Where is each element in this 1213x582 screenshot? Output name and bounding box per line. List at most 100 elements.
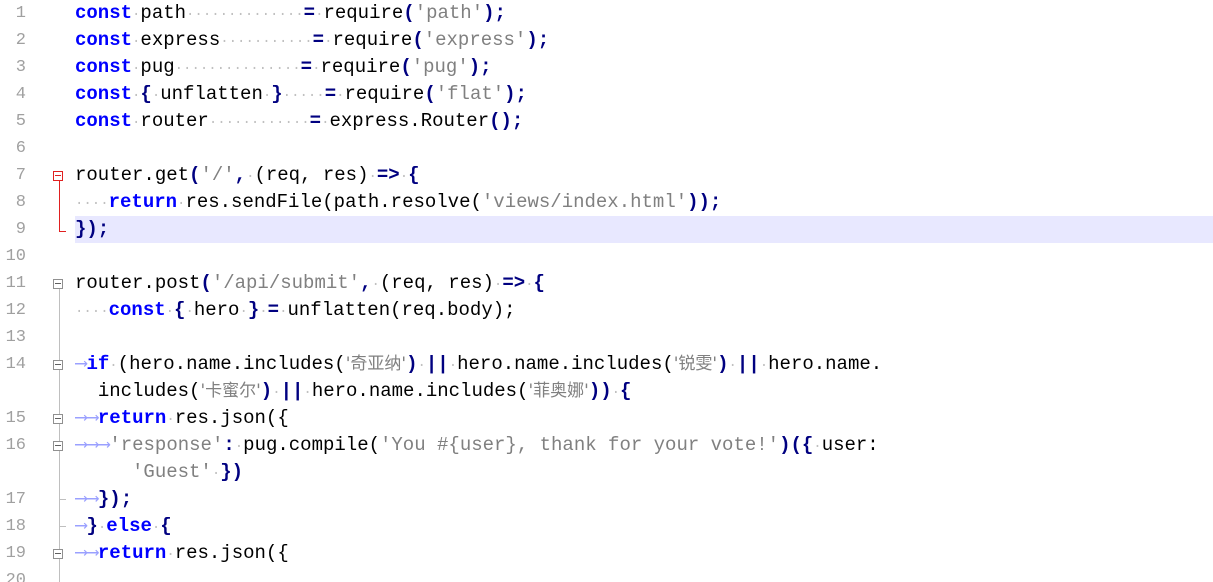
string-token: 'flat' [435, 83, 505, 105]
line-number: 19 [5, 544, 26, 563]
line-number: 7 [15, 166, 26, 185]
identifier-token: hero.name.includes( [311, 380, 529, 402]
keyword-token: return [97, 407, 167, 429]
string-token: '/api/submit' [211, 272, 361, 294]
line-number: 2 [15, 31, 26, 50]
identifier-token: res.json({ [174, 407, 289, 429]
line-number: 17 [5, 490, 26, 509]
identifier-token: hero [193, 299, 240, 321]
string-token: 'views/index.html' [481, 191, 688, 213]
fold-collapse-icon[interactable] [53, 414, 63, 424]
keyword-token: if [86, 353, 110, 375]
punctuation-token: }); [97, 488, 133, 510]
string-token: 'express' [423, 29, 527, 51]
identifier-token: require [332, 29, 413, 51]
operator-token: = [303, 2, 316, 24]
code-line[interactable]: ⟶⟶return·res.json({ [75, 405, 1213, 432]
keyword-token: return [97, 542, 167, 564]
code-line[interactable]: ⟶⟶}); [75, 486, 1213, 513]
string-token: '卡蜜尔' [200, 381, 261, 401]
operator-token: = [312, 29, 325, 51]
code-line[interactable]: ⟶}·else·{ [75, 513, 1213, 540]
keyword-token: const [75, 2, 133, 24]
string-token: 'response' [109, 434, 224, 456]
string-token: 'Guest' [132, 461, 212, 483]
code-line[interactable]: ⟶if·(hero.name.includes('奇亚纳')·||·hero.n… [75, 351, 1213, 378]
identifier-token: express.Router [329, 110, 490, 132]
code-line-wrapped[interactable]: includes('卡蜜尔')·||·hero.name.includes('菲… [75, 378, 1213, 405]
fold-end-marker [59, 231, 66, 232]
code-line[interactable]: ⟶⟶return·res.json({ [75, 540, 1213, 567]
string-token: 'path' [414, 2, 484, 24]
line-number: 18 [5, 517, 26, 536]
identifier-token: hero.name. [768, 353, 883, 375]
fold-collapse-icon[interactable] [53, 441, 63, 451]
code-line[interactable]: const·pug···············=·require('pug')… [75, 54, 1213, 81]
identifier-token: res.sendFile(path.resolve( [185, 191, 482, 213]
code-line[interactable]: router.post('/api/submit',·(req, res)·=>… [75, 270, 1213, 297]
identifier-token: (hero.name.includes( [117, 353, 346, 375]
string-token: 'You #{user}, thank for your vote!' [380, 434, 780, 456]
operator-token: = [324, 83, 337, 105]
line-number: 6 [15, 139, 26, 158]
code-line[interactable]: ⟶⟶⟶'response':·pug.compile('You #{user},… [75, 432, 1213, 459]
line-number: 20 [5, 571, 26, 582]
code-line[interactable]: ····return·res.sendFile(path.resolve('vi… [75, 189, 1213, 216]
string-token: '菲奥娜' [528, 381, 589, 401]
keyword-token: const [108, 299, 166, 321]
operator-token: = [300, 56, 313, 78]
line-number: 9 [15, 220, 26, 239]
keyword-token: const [75, 29, 133, 51]
line-number: 13 [5, 328, 26, 347]
identifier-token: require [320, 56, 401, 78]
keyword-token: const [75, 110, 133, 132]
fold-margin [52, 0, 68, 582]
line-number: 5 [15, 112, 26, 131]
string-token: '锐雯' [673, 354, 718, 374]
code-line-wrapped[interactable]: 'Guest'·}) [75, 459, 1213, 486]
line-number: 11 [5, 274, 26, 293]
operator-token: = [309, 110, 322, 132]
code-editor[interactable]: 1 2 3 4 5 6 7 8 9 10 11 12 13 14 15 16 1… [0, 0, 1213, 582]
fold-line [59, 289, 60, 582]
operator-token: => [502, 272, 526, 294]
code-line[interactable]: ····const·{·hero·}·=·unflatten(req.body)… [75, 297, 1213, 324]
identifier-token: router.get [75, 164, 190, 186]
string-token: 'pug' [411, 56, 469, 78]
fold-collapse-icon[interactable] [53, 360, 63, 370]
fold-collapse-icon[interactable] [53, 549, 63, 559]
fold-line [59, 181, 60, 231]
fold-collapse-icon[interactable] [53, 171, 63, 181]
params-token: (req, res) [254, 164, 369, 186]
string-token: '/' [200, 164, 235, 186]
code-line-current[interactable]: }); [75, 216, 1213, 243]
line-number: 14 [5, 355, 26, 374]
fold-end-marker [59, 499, 66, 500]
code-line[interactable]: const·express···········=·require('expre… [75, 27, 1213, 54]
code-line[interactable]: const·path··············=·require('path'… [75, 0, 1213, 27]
keyword-token: else [106, 515, 152, 537]
identifier-token: router [140, 110, 209, 132]
fold-end-marker [59, 526, 66, 527]
identifier-token: includes( [97, 380, 201, 402]
string-token: '奇亚纳' [345, 354, 407, 374]
line-number: 10 [5, 247, 26, 266]
identifier-token: res.json({ [174, 542, 289, 564]
identifier-token: path [140, 2, 187, 24]
line-number: 15 [5, 409, 26, 428]
code-line[interactable]: const·router············=·express.Router… [75, 108, 1213, 135]
punctuation-token: }) [220, 461, 244, 483]
code-line[interactable]: router.get('/',·(req, res)·=>·{ [75, 162, 1213, 189]
code-line[interactable]: const·{·unflatten·}·····=·require('flat'… [75, 81, 1213, 108]
identifier-token: require [323, 2, 404, 24]
identifier-token: pug.compile( [243, 434, 380, 456]
operator-token: || [736, 353, 760, 375]
identifier-token: pug [140, 56, 175, 78]
punctuation-token: )); [687, 191, 722, 213]
line-number: 8 [15, 193, 26, 212]
line-number: 1 [15, 4, 26, 23]
line-number: 4 [15, 85, 26, 104]
fold-collapse-icon[interactable] [53, 279, 63, 289]
punctuation-token: }); [75, 218, 110, 240]
identifier-token: express [140, 29, 221, 51]
